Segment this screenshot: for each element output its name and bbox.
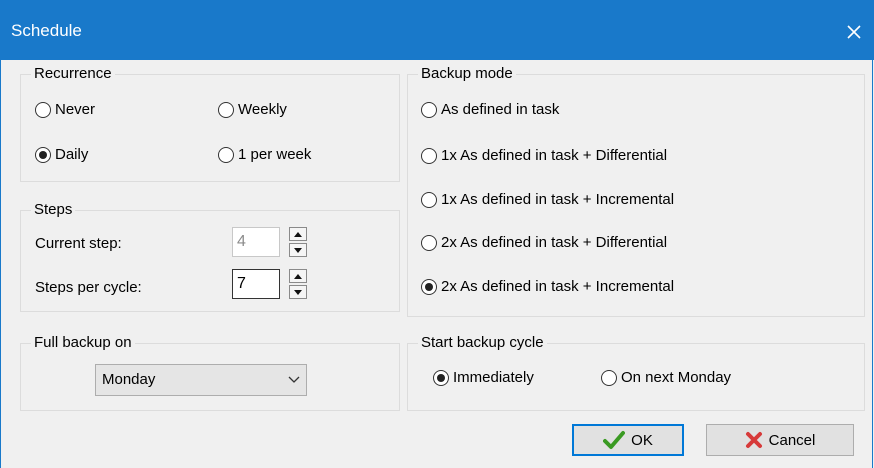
- radio-label: On next Monday: [621, 369, 732, 386]
- radio-label: Immediately: [453, 369, 534, 386]
- steps-per-cycle-label: Steps per cycle:: [35, 279, 142, 296]
- x-icon: [745, 432, 762, 448]
- steps-per-cycle-field[interactable]: 7: [232, 269, 280, 299]
- radio-label: As defined in task: [441, 101, 560, 118]
- select-value: Monday: [102, 371, 156, 388]
- dialog-body: Recurrence Never Weekly Daily 1 per week…: [0, 60, 873, 468]
- radio-label: 1x As defined in task + Differential: [441, 147, 668, 164]
- radio-circle: [421, 147, 437, 164]
- radio-circle: [433, 369, 449, 386]
- radio-weekly[interactable]: Weekly: [218, 101, 287, 118]
- radio-2x-differential[interactable]: 2x As defined in task + Differential: [421, 234, 667, 251]
- ok-button[interactable]: OK: [572, 424, 684, 456]
- radio-circle: [35, 146, 51, 163]
- radio-1x-differential[interactable]: 1x As defined in task + Differential: [421, 147, 667, 164]
- radio-circle: [421, 234, 437, 251]
- cancel-label: Cancel: [768, 431, 816, 449]
- close-button[interactable]: [834, 14, 874, 50]
- radio-circle: [601, 369, 617, 386]
- radio-circle: [35, 101, 51, 118]
- recurrence-group: Recurrence Never Weekly Daily 1 per week: [20, 65, 400, 182]
- ok-label: OK: [631, 431, 653, 449]
- radio-daily[interactable]: Daily: [35, 146, 88, 163]
- current-step-label: Current step:: [35, 235, 122, 252]
- spin-up-button: [289, 227, 307, 241]
- radio-circle: [421, 191, 437, 208]
- full-backup-legend: Full backup on: [31, 334, 135, 352]
- radio-as-defined[interactable]: As defined in task: [421, 101, 559, 118]
- cancel-button[interactable]: Cancel: [706, 424, 854, 456]
- arrow-down-icon: [294, 247, 302, 253]
- start-cycle-legend: Start backup cycle: [418, 334, 547, 352]
- full-backup-group: Full backup on Monday: [20, 334, 400, 411]
- radio-never[interactable]: Never: [35, 101, 95, 118]
- backup-mode-legend: Backup mode: [418, 65, 516, 83]
- chevron-down-icon: [288, 376, 300, 383]
- window-title: Schedule: [11, 21, 82, 40]
- radio-label: 2x As defined in task + Incremental: [441, 278, 675, 295]
- title-bar: Schedule: [0, 0, 874, 60]
- radio-1x-incremental[interactable]: 1x As defined in task + Incremental: [421, 191, 674, 208]
- steps-group: Steps Current step: 4 Steps per cycle: 7: [20, 201, 400, 312]
- spin-up-button[interactable]: [289, 269, 307, 283]
- steps-legend: Steps: [31, 201, 76, 219]
- radio-on-next-monday[interactable]: On next Monday: [601, 369, 731, 386]
- radio-circle: [218, 146, 234, 163]
- full-backup-day-select[interactable]: Monday: [95, 364, 307, 396]
- radio-label: 2x As defined in task + Differential: [441, 234, 668, 251]
- radio-circle: [421, 101, 437, 118]
- recurrence-legend: Recurrence: [31, 65, 115, 83]
- arrow-up-icon: [294, 273, 302, 279]
- radio-label: Weekly: [238, 101, 287, 118]
- spin-down-button[interactable]: [289, 285, 307, 299]
- radio-1-per-week[interactable]: 1 per week: [218, 146, 311, 163]
- steps-per-cycle-spinner[interactable]: [289, 269, 307, 299]
- radio-2x-incremental[interactable]: 2x As defined in task + Incremental: [421, 278, 674, 295]
- close-icon: [847, 25, 861, 39]
- radio-immediately[interactable]: Immediately: [433, 369, 534, 386]
- radio-circle: [218, 101, 234, 118]
- arrow-down-icon: [294, 289, 302, 295]
- radio-label: 1x As defined in task + Incremental: [441, 191, 675, 208]
- radio-label: 1 per week: [238, 146, 312, 163]
- radio-label: Never: [55, 101, 96, 118]
- start-cycle-group: Start backup cycle Immediately On next M…: [407, 334, 865, 411]
- current-step-field: 4: [232, 227, 280, 257]
- radio-label: Daily: [55, 146, 89, 163]
- backup-mode-group: Backup mode As defined in task 1x As def…: [407, 65, 865, 317]
- radio-circle: [421, 278, 437, 295]
- arrow-up-icon: [294, 231, 302, 237]
- check-icon: [603, 431, 626, 449]
- spin-down-button: [289, 243, 307, 257]
- current-step-spinner: [289, 227, 307, 257]
